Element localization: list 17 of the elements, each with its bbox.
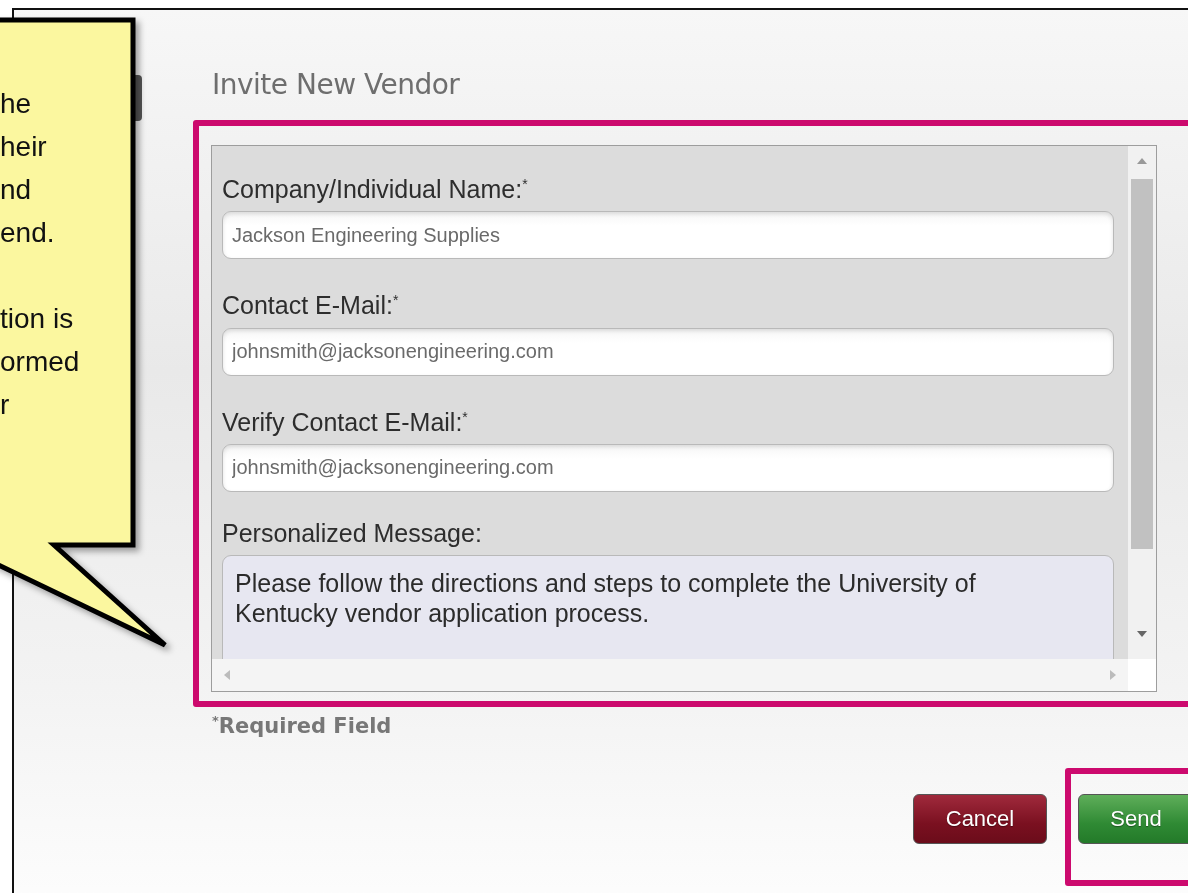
input-field[interactable]: johnsmith@jacksonengineering.com xyxy=(222,327,1114,376)
horizontal-scrollbar[interactable] xyxy=(212,659,1128,691)
vertical-scrollbar[interactable] xyxy=(1128,146,1156,659)
input-field[interactable]: Jackson Engineering Supplies xyxy=(222,211,1114,260)
dialog-title: Invite New Vendor xyxy=(212,68,460,103)
callout-text: he heir nd end. xyxy=(0,87,55,250)
callout-text: tion is ormed r xyxy=(0,302,80,422)
field-label: Contact E-Mail:$^{*}$ xyxy=(222,290,399,322)
field-label: Personalized Message: xyxy=(222,518,482,549)
required-note: $^{*}$Required Field xyxy=(212,713,392,738)
cancel-button[interactable]: Cancel xyxy=(913,794,1047,844)
input-field[interactable]: johnsmith@jacksonengineering.com xyxy=(222,444,1114,492)
send-button[interactable]: Send xyxy=(1078,794,1188,844)
field-label: Company/Individual Name:$^{*}$ xyxy=(222,174,528,206)
scrollbar-corner xyxy=(1128,659,1156,691)
message-field[interactable]: Please follow the directions and steps to complete the University of Kentucky vendor application process. xyxy=(222,555,1114,659)
field-label: Verify Contact E-Mail:$^{*}$ xyxy=(222,407,468,438)
